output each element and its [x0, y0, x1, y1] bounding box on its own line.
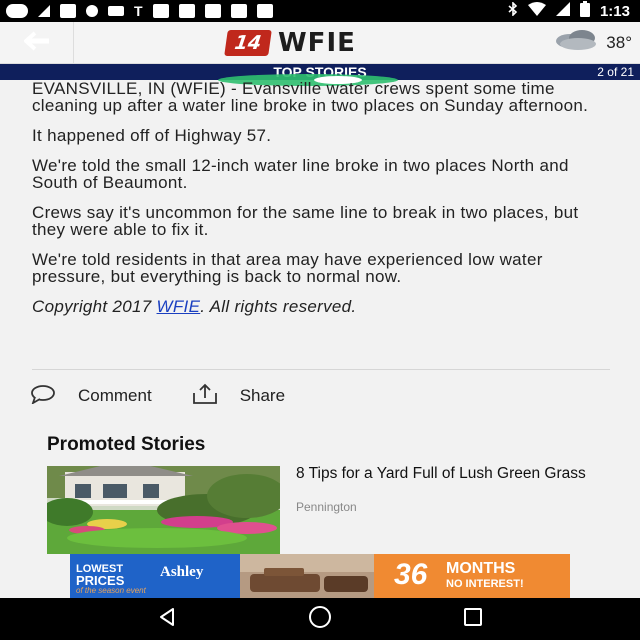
notification-box-icon: [204, 4, 221, 18]
copyright-prefix: Copyright 2017: [32, 297, 157, 316]
article-paragraph: We're told residents in that area may ha…: [32, 250, 543, 286]
divider: [32, 369, 610, 370]
copyright-link[interactable]: WFIE: [157, 297, 201, 316]
back-button[interactable]: [0, 22, 74, 64]
ad-36-number: 36: [394, 558, 428, 591]
promoted-story-card[interactable]: 8 Tips for a Yard Full of Lush Green Gra…: [47, 466, 607, 554]
copyright-suffix: . All rights reserved.: [200, 297, 357, 316]
ad-months-text: MONTHS: [446, 560, 516, 577]
notification-box-icon: [230, 4, 247, 18]
email-icon: [108, 6, 124, 16]
ad-left-panel: LOWEST PRICES of the season event Ashley: [70, 554, 240, 598]
ad-no-interest-text: NO INTEREST!: [446, 578, 524, 590]
app-bar: 14 WFIE 38°: [0, 22, 640, 64]
nav-home-button[interactable]: [300, 604, 340, 634]
promoted-story-image[interactable]: [47, 466, 280, 554]
comment-label: Comment: [78, 386, 152, 405]
share-icon: [192, 383, 218, 410]
ad-banner[interactable]: LOWEST PRICES of the season event Ashley…: [70, 554, 570, 598]
ad-furniture-image: [240, 554, 374, 598]
status-bar-left: T: [6, 4, 273, 18]
article-paragraph: It happened off of Highway 57.: [32, 126, 272, 145]
status-bar: T 1:13: [0, 0, 640, 22]
ad-brand: Ashley: [160, 564, 204, 580]
article-paragraph: Crews say it's uncommon for the same lin…: [32, 203, 579, 239]
messages-icon: [6, 4, 28, 18]
nav-back-button[interactable]: [147, 604, 187, 634]
notification-text-icon: T: [134, 3, 143, 19]
clock: 1:13: [599, 2, 630, 20]
notification-box-icon: [152, 4, 169, 18]
article-paragraph: We're told the small 12-inch water line …: [32, 156, 569, 192]
system-nav-bar: [0, 598, 640, 640]
facebook-icon: [60, 4, 76, 18]
article-body: EVANSVILLE, IN (WFIE) - Evansville water…: [32, 80, 614, 328]
article-actions: Comment Share: [30, 383, 325, 410]
status-bar-right: 1:13: [508, 0, 630, 22]
square-recents-icon: [462, 606, 484, 633]
weather-widget[interactable]: 38°: [554, 29, 632, 56]
promoted-story-headline[interactable]: 8 Tips for a Yard Full of Lush Green Gra…: [296, 466, 596, 482]
comment-icon: [30, 384, 56, 409]
person-icon: [86, 5, 98, 17]
bluetooth-icon: [508, 0, 518, 21]
share-button[interactable]: Share: [192, 383, 285, 410]
article-paragraph: EVANSVILLE, IN (WFIE) - Evansville water…: [32, 79, 589, 115]
triangle-back-icon: [158, 607, 176, 632]
logo-text: WFIE: [278, 28, 356, 58]
station-logo[interactable]: 14 WFIE: [224, 28, 356, 58]
notification-box-icon: [178, 4, 195, 18]
notification-box-icon: [256, 4, 273, 18]
logo-badge: 14: [224, 30, 272, 56]
wifi-icon: [527, 1, 546, 21]
share-label: Share: [239, 386, 286, 405]
copyright-line: Copyright 2017 WFIE. All rights reserved…: [32, 298, 614, 315]
navigation-icon: [38, 5, 50, 17]
cloudy-icon: [554, 29, 600, 56]
promoted-stories-title: Promoted Stories: [47, 434, 206, 455]
battery-icon: [579, 0, 590, 22]
promoted-story-source: Pennington: [296, 500, 357, 514]
back-arrow-icon: [23, 31, 51, 56]
story-counter: 2 of 21: [597, 65, 634, 79]
ad-tagline: of the season event: [76, 586, 146, 595]
weather-temperature: 38°: [606, 32, 632, 52]
circle-home-icon: [307, 604, 333, 635]
comment-button[interactable]: Comment: [30, 384, 152, 409]
signal-icon: [555, 1, 570, 21]
ad-right-panel: 36 MONTHS NO INTEREST!: [374, 554, 570, 598]
nav-recents-button[interactable]: [453, 604, 493, 634]
